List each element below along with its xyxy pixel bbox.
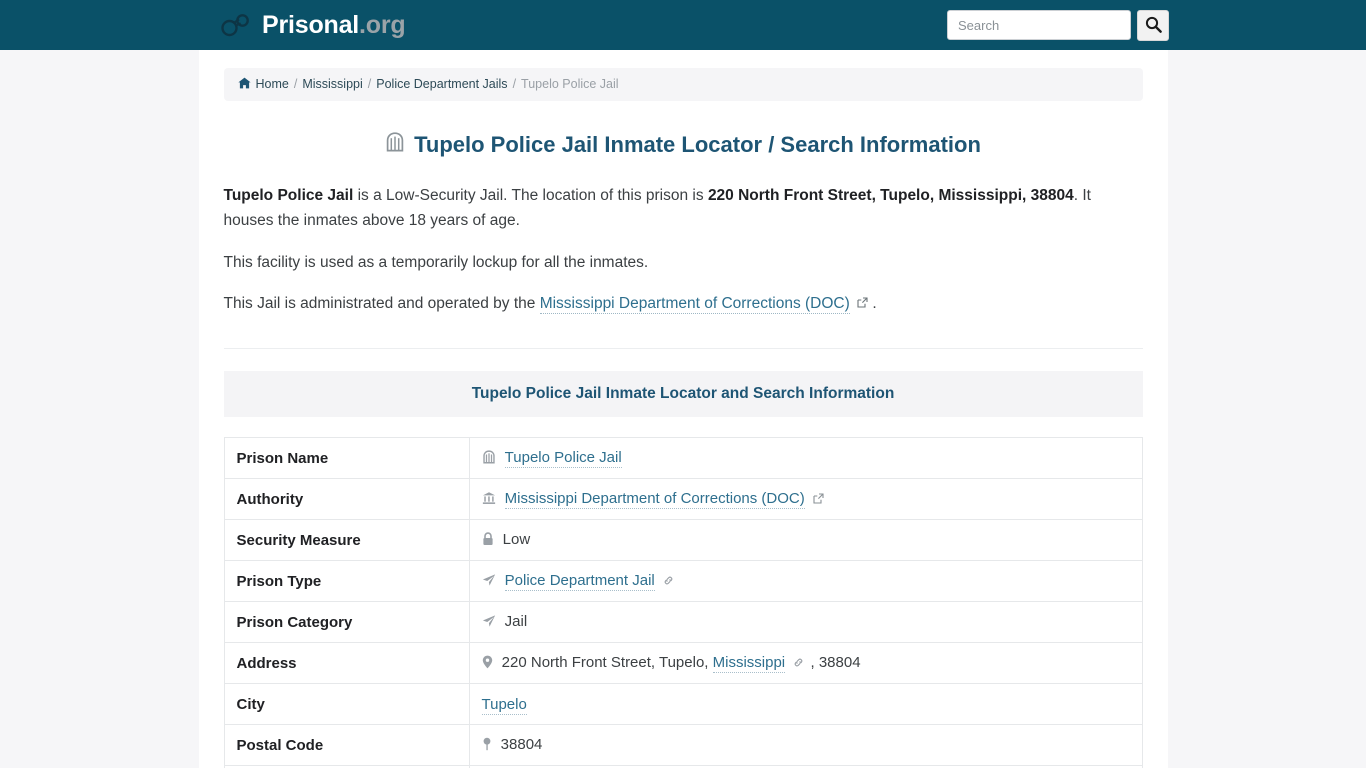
home-icon xyxy=(237,77,251,92)
content-container: Home / Mississippi / Police Department J… xyxy=(198,50,1168,768)
row-label-prison-name: Prison Name xyxy=(223,437,470,480)
row-value-security-measure: Low xyxy=(468,519,1143,562)
row-value-authority: Mississippi Department of Corrections (D… xyxy=(468,478,1143,521)
security-measure-value: Low xyxy=(502,530,531,548)
table-row: Prison Name Tupelo Police Jail xyxy=(223,437,1143,480)
breadcrumb-separator: / xyxy=(367,77,372,91)
table-row: Prison Type Police Department Jail xyxy=(223,560,1143,603)
row-label-security-measure: Security Measure xyxy=(223,519,470,562)
address-state-link[interactable]: Mississippi xyxy=(712,653,786,673)
breadcrumb: Home / Mississippi / Police Department J… xyxy=(223,68,1143,101)
authority-link[interactable]: Mississippi Department of Corrections (D… xyxy=(504,489,805,509)
chain-link-icon xyxy=(789,655,808,672)
intro-paragraph-2: This facility is used as a temporarily l… xyxy=(223,253,649,271)
chain-link-icon xyxy=(659,573,674,590)
row-value-prison-category: Jail xyxy=(468,601,1143,644)
brand-text: Prisonal.org xyxy=(262,10,406,39)
breadcrumb-separator: / xyxy=(293,77,298,91)
row-label-address: Address xyxy=(223,642,470,685)
bank-institution-icon xyxy=(482,491,500,509)
page-title: Tupelo Police Jail Inmate Locator / Sear… xyxy=(224,131,1143,159)
facility-address-bold: 220 North Front Street, Tupelo, Mississi… xyxy=(707,187,1074,204)
prison-type-link[interactable]: Police Department Jail xyxy=(504,571,655,591)
external-link-icon xyxy=(853,295,873,312)
row-value-city: Tupelo xyxy=(468,683,1143,726)
row-value-prison-name: Tupelo Police Jail xyxy=(468,437,1143,480)
brand-logo-link[interactable]: Prisonal.org xyxy=(220,10,406,39)
row-label-city: City xyxy=(223,683,470,726)
handcuffs-icon xyxy=(220,12,252,38)
lock-icon xyxy=(482,532,498,550)
breadcrumb-item-mississippi[interactable]: Mississippi xyxy=(302,78,362,91)
breadcrumb-item-current: Tupelo Police Jail xyxy=(521,77,619,91)
table-row: City Tupelo xyxy=(223,683,1143,726)
prison-information-table: Prison Name Tupelo Police Jail Authority… xyxy=(223,437,1143,768)
address-postal-suffix: , 38804 xyxy=(810,653,861,671)
prison-category-value: Jail xyxy=(504,612,528,630)
postal-code-value: 38804 xyxy=(500,735,543,753)
prison-name-link[interactable]: Tupelo Police Jail xyxy=(504,448,622,468)
intro-p1-middle: is a Low-Security Jail. The location of … xyxy=(353,187,708,204)
external-link-icon xyxy=(809,491,824,508)
breadcrumb-item-home[interactable]: Home xyxy=(256,78,289,91)
intro-p3-pre: This Jail is administrated and operated … xyxy=(223,295,540,313)
search-icon xyxy=(1145,16,1162,36)
doc-authority-link[interactable]: Mississippi Department of Corrections (D… xyxy=(539,295,850,315)
jail-building-icon xyxy=(482,450,500,468)
paper-plane-icon xyxy=(482,615,500,632)
map-pin-icon xyxy=(482,737,496,755)
table-caption: Tupelo Police Jail Inmate Locator and Se… xyxy=(223,371,1143,418)
row-label-prison-category: Prison Category xyxy=(223,601,470,644)
page-title-text: Tupelo Police Jail Inmate Locator / Sear… xyxy=(414,131,981,157)
section-divider xyxy=(223,348,1143,350)
breadcrumb-separator: / xyxy=(512,77,517,91)
table-row: Security Measure Low xyxy=(223,519,1143,562)
row-label-authority: Authority xyxy=(223,478,470,521)
row-label-prison-type: Prison Type xyxy=(223,560,470,603)
intro-paragraph-1: Tupelo Police Jail is a Low-Security Jai… xyxy=(224,184,1143,234)
table-row: Postal Code 38804 xyxy=(223,724,1143,767)
row-value-address: 220 North Front Street, Tupelo, Mississi… xyxy=(468,642,1143,685)
search-button[interactable] xyxy=(1137,10,1169,41)
site-header: Prisonal.org xyxy=(0,0,1366,50)
map-marker-icon xyxy=(482,655,497,673)
row-value-prison-type: Police Department Jail xyxy=(468,560,1143,603)
intro-p3-end: . xyxy=(872,295,877,313)
search-input[interactable] xyxy=(947,10,1131,40)
breadcrumb-item-police-department-jails[interactable]: Police Department Jails xyxy=(376,78,507,91)
paper-plane-icon xyxy=(482,574,500,591)
address-street-part: 220 North Front Street, Tupelo, xyxy=(501,653,713,671)
row-label-postal-code: Postal Code xyxy=(223,724,470,767)
jail-building-icon xyxy=(385,131,405,159)
table-row: Authority Mississippi Department of Corr… xyxy=(223,478,1143,521)
header-search xyxy=(947,10,1169,41)
facility-name-bold: Tupelo Police Jail xyxy=(223,187,354,204)
page-shell: Home / Mississippi / Police Department J… xyxy=(0,50,1366,768)
table-row: Prison Category Jail xyxy=(223,601,1143,644)
city-link[interactable]: Tupelo xyxy=(481,695,527,715)
table-row: Address 220 North Front Street, Tupelo, … xyxy=(223,642,1143,685)
brand-name: Prisonal xyxy=(262,10,360,39)
brand-tld: .org xyxy=(359,10,406,39)
intro-paragraph-3: This Jail is administrated and operated … xyxy=(224,292,1143,317)
row-value-postal-code: 38804 xyxy=(468,724,1143,767)
